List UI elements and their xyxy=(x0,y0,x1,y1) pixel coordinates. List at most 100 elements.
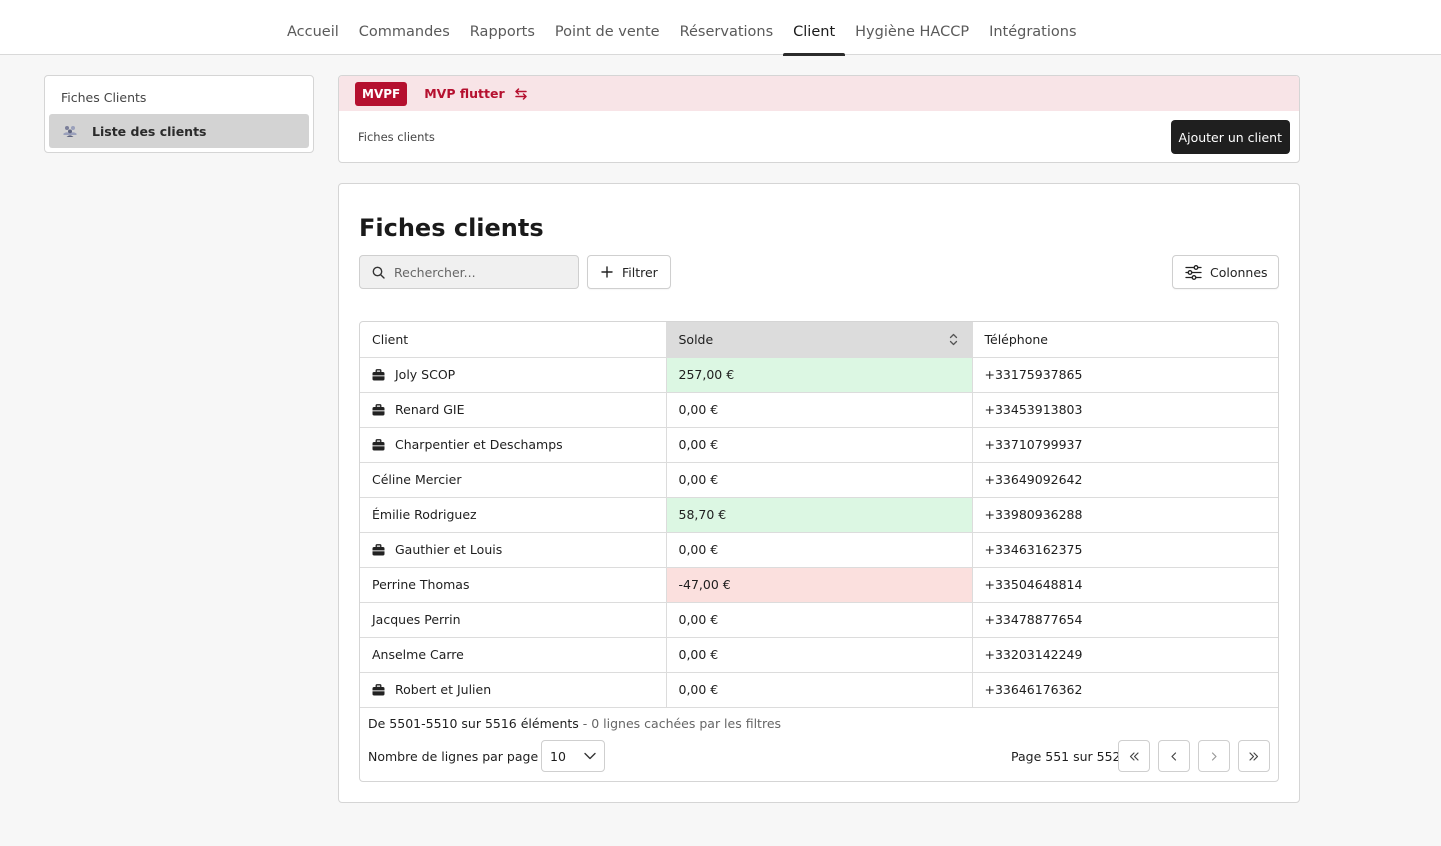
column-header-solde[interactable]: Solde xyxy=(665,322,973,358)
chevron-left-icon xyxy=(1171,751,1177,761)
client-name: Robert et Julien xyxy=(395,682,492,697)
filter-button[interactable]: Filtrer xyxy=(587,255,671,289)
briefcase-icon xyxy=(372,369,385,381)
cell-solde: 0,00 € xyxy=(665,672,973,708)
table-row[interactable]: Charpentier et Deschamps 0,00 € +337107999… xyxy=(360,427,1278,463)
next-page-button[interactable] xyxy=(1198,740,1230,772)
search-icon xyxy=(372,266,385,279)
organization-name[interactable]: MVP flutter xyxy=(424,86,504,101)
cell-telephone: +33649092642 xyxy=(972,462,1278,498)
organization-bar: MVPF MVP flutter xyxy=(339,76,1299,111)
sidebar: Fiches Clients Liste des clients xyxy=(44,75,314,153)
cell-telephone: +33646176362 xyxy=(972,672,1278,708)
add-client-button[interactable]: Ajouter un client xyxy=(1170,120,1290,154)
cell-telephone: +33504648814 xyxy=(972,567,1278,603)
cell-solde: -47,00 € xyxy=(665,567,973,603)
cell-client: Renard GIE xyxy=(360,392,666,428)
cell-solde: 0,00 € xyxy=(665,602,973,638)
table-header-row: Client Solde Téléphone xyxy=(360,322,1278,358)
table-row[interactable]: Anselme Carre 0,00 € +33203142249 xyxy=(360,637,1278,673)
nav-item-integrations[interactable]: Intégrations xyxy=(979,0,1086,55)
table-row[interactable]: Émilie Rodriguez 58,70 € +33980936288 xyxy=(360,497,1278,533)
cell-client: Gauthier et Louis xyxy=(360,532,666,568)
cell-telephone: +33478877654 xyxy=(972,602,1278,638)
page-indicator: Page 551 sur 552 xyxy=(1011,749,1121,764)
cell-client: Robert et Julien xyxy=(360,672,666,708)
breadcrumb: Fiches clients xyxy=(358,130,435,144)
cell-client: Jacques Perrin xyxy=(360,602,666,638)
client-name: Anselme Carre xyxy=(372,647,464,662)
nav-item-accueil[interactable]: Accueil xyxy=(277,0,349,55)
table-row[interactable]: Jacques Perrin 0,00 € +33478877654 xyxy=(360,602,1278,638)
swap-arrows-icon[interactable] xyxy=(514,87,528,100)
columns-label: Colonnes xyxy=(1210,264,1268,280)
clients-table-container: Client Solde Téléphone Joly SCOP 257,00 €… xyxy=(359,321,1279,782)
cell-solde: 0,00 € xyxy=(665,462,973,498)
nav-item-hygiene-haccp[interactable]: Hygiène HACCP xyxy=(845,0,979,55)
header-card: MVPF MVP flutter Fiches clients Ajouter … xyxy=(338,75,1300,163)
table-row[interactable]: Renard GIE 0,00 € +33453913803 xyxy=(360,392,1278,428)
cell-client: Céline Mercier xyxy=(360,462,666,498)
sort-icon[interactable] xyxy=(949,333,958,346)
sidebar-item-liste-des-clients[interactable]: Liste des clients xyxy=(49,114,309,148)
client-name: Céline Mercier xyxy=(372,472,462,487)
table-row[interactable]: Robert et Julien 0,00 € +33646176362 xyxy=(360,672,1278,708)
page-title: Fiches clients xyxy=(359,214,544,242)
cell-telephone: +33175937865 xyxy=(972,357,1278,393)
cell-telephone: +33203142249 xyxy=(972,637,1278,673)
table-row[interactable]: Gauthier et Louis 0,00 € +33463162375 xyxy=(360,532,1278,568)
table-row[interactable]: Perrine Thomas -47,00 € +33504648814 xyxy=(360,567,1278,603)
cell-solde: 0,00 € xyxy=(665,427,973,463)
cell-client: Anselme Carre xyxy=(360,637,666,673)
cell-solde: 0,00 € xyxy=(665,532,973,568)
sliders-icon xyxy=(1185,264,1202,280)
previous-page-button[interactable] xyxy=(1158,740,1190,772)
chevrons-right-icon xyxy=(1249,751,1259,761)
top-navigation-bar: Accueil Commandes Rapports Point de vent… xyxy=(0,0,1441,56)
client-name: Charpentier et Deschamps xyxy=(395,437,563,452)
client-name: Émilie Rodriguez xyxy=(372,507,477,522)
first-page-button[interactable] xyxy=(1118,740,1150,772)
nav-item-point-de-vente[interactable]: Point de vente xyxy=(545,0,670,55)
cell-client: Émilie Rodriguez xyxy=(360,497,666,533)
clients-table: Client Solde Téléphone Joly SCOP 257,00 €… xyxy=(360,322,1278,708)
nav-item-rapports[interactable]: Rapports xyxy=(460,0,545,55)
columns-button[interactable]: Colonnes xyxy=(1172,255,1279,289)
organization-badge: MVPF xyxy=(355,81,408,106)
cell-telephone: +33463162375 xyxy=(972,532,1278,568)
column-header-solde-label: Solde xyxy=(678,331,714,347)
cell-solde: 58,70 € xyxy=(665,497,973,533)
search-box[interactable] xyxy=(359,255,579,289)
rows-per-page-value: 10 xyxy=(550,748,566,764)
client-name: Perrine Thomas xyxy=(372,577,470,592)
chevron-down-icon xyxy=(584,752,596,760)
users-icon xyxy=(63,125,77,137)
nav-item-commandes[interactable]: Commandes xyxy=(349,0,460,55)
table-row[interactable]: Céline Mercier 0,00 € +33649092642 xyxy=(360,462,1278,498)
sidebar-title: Fiches Clients xyxy=(61,90,147,105)
cell-client: Perrine Thomas xyxy=(360,567,666,603)
last-page-button[interactable] xyxy=(1238,740,1270,772)
briefcase-icon xyxy=(372,544,385,556)
pagination-summary: De 5501-5510 sur 5516 éléments - 0 ligne… xyxy=(368,716,781,731)
filter-label: Filtrer xyxy=(622,264,658,280)
column-header-client[interactable]: Client xyxy=(360,322,666,358)
plus-icon xyxy=(601,266,613,278)
rows-per-page-select[interactable]: 10 xyxy=(541,740,605,772)
nav-item-client[interactable]: Client xyxy=(783,0,846,56)
cell-solde: 0,00 € xyxy=(665,392,973,428)
client-name: Renard GIE xyxy=(395,402,465,417)
cell-solde: 257,00 € xyxy=(665,357,973,393)
hidden-rows-note: - 0 lignes cachées par les filtres xyxy=(578,716,782,731)
nav-item-reservations[interactable]: Réservations xyxy=(670,0,784,55)
cell-telephone: +33980936288 xyxy=(972,497,1278,533)
cell-client: Joly SCOP xyxy=(360,357,666,393)
column-header-telephone[interactable]: Téléphone xyxy=(972,322,1278,358)
cell-client: Charpentier et Deschamps xyxy=(360,427,666,463)
cell-telephone: +33453913803 xyxy=(972,392,1278,428)
briefcase-icon xyxy=(372,404,385,416)
table-row[interactable]: Joly SCOP 257,00 € +33175937865 xyxy=(360,357,1278,393)
clients-list-card: Fiches clients Filtrer Colonnes xyxy=(338,183,1300,803)
chevrons-left-icon xyxy=(1129,751,1139,761)
search-input[interactable] xyxy=(394,264,569,280)
